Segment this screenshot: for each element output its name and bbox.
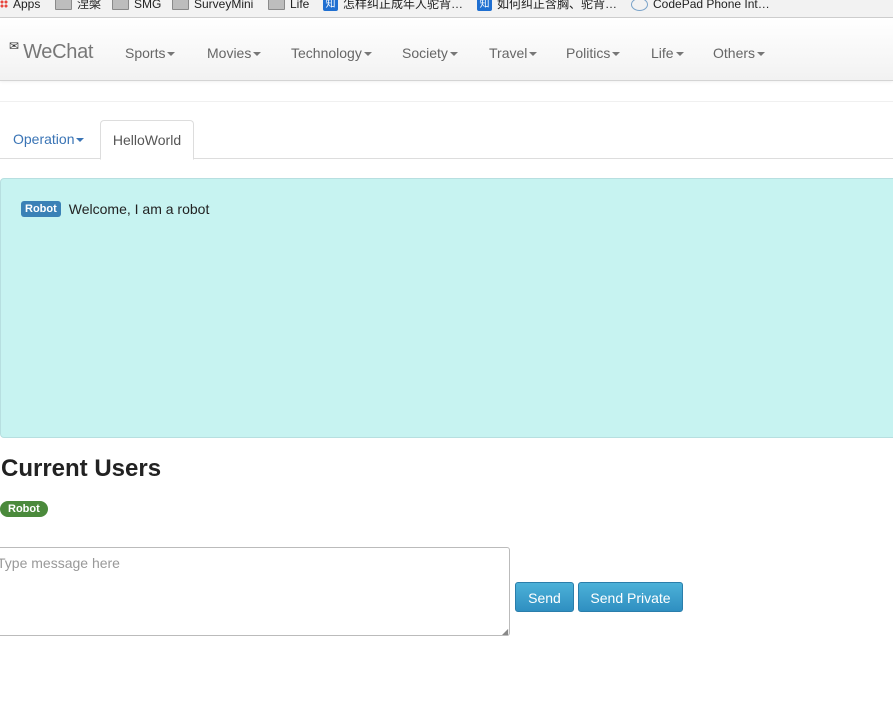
message-text: Welcome, I am a robot — [68, 201, 210, 217]
bookmarks-bar: Apps 涅槃 SMG SurveyMini Life 知 怎样纠正成年人驼背…… — [0, 0, 893, 18]
caret-down-icon — [529, 51, 538, 56]
resize-grip-icon[interactable]: ◢ — [502, 628, 508, 636]
folder-icon — [55, 0, 72, 10]
caret-down-icon — [363, 51, 372, 56]
bookmark-folder[interactable]: SMG — [112, 0, 161, 12]
nav-dropdown-movies[interactable]: Movies — [207, 45, 262, 61]
nav-dropdown-life[interactable]: Life — [651, 45, 684, 61]
nav-label: Politics — [566, 45, 611, 61]
bookmark-folder[interactable]: SurveyMini — [172, 0, 253, 12]
tab-label: Operation — [13, 131, 75, 147]
nav-label: Others — [713, 45, 756, 61]
tab-operation-dropdown[interactable]: Operation — [13, 131, 85, 147]
caret-down-icon — [167, 51, 176, 56]
caret-down-icon — [253, 51, 262, 56]
bookmark-apps[interactable]: Apps — [0, 0, 40, 12]
caret-down-icon — [757, 51, 766, 56]
bookmark-link[interactable]: CodePad Phone Int… — [631, 0, 770, 12]
chat-message: Robot Welcome, I am a robot — [21, 201, 209, 217]
caret-down-icon — [612, 51, 621, 56]
bookmark-label: SurveyMini — [194, 0, 254, 11]
bookmark-link[interactable]: 知 怎样纠正成年人驼背… — [323, 0, 463, 12]
folder-icon — [172, 0, 189, 10]
nav-dropdown-sports[interactable]: Sports — [125, 45, 176, 61]
codepad-icon — [631, 0, 648, 11]
message-input[interactable] — [0, 547, 510, 636]
nav-dropdown-politics[interactable]: Politics — [566, 45, 621, 61]
bookmark-label: Life — [290, 0, 310, 11]
nav-dropdown-travel[interactable]: Travel — [489, 45, 538, 61]
nav-dropdown-technology[interactable]: Technology — [291, 45, 372, 61]
bookmark-link[interactable]: 知 如何纠正含胸、驼背… — [477, 0, 617, 12]
chat-messages-panel[interactable]: Robot Welcome, I am a robot — [0, 178, 893, 438]
divider — [0, 101, 893, 102]
nav-dropdown-society[interactable]: Society — [402, 45, 458, 61]
caret-down-icon — [76, 137, 85, 142]
bookmark-label: 怎样纠正成年人驼背… — [343, 0, 464, 11]
nav-dropdown-others[interactable]: Others — [713, 45, 766, 61]
tab-helloworld[interactable]: HelloWorld — [100, 120, 194, 160]
bookmark-folder[interactable]: 涅槃 — [55, 0, 101, 12]
bookmark-folder[interactable]: Life — [268, 0, 309, 12]
apps-grid-icon — [0, 0, 8, 8]
envelope-icon: ✉ — [9, 39, 20, 53]
bookmark-label: Apps — [13, 0, 41, 11]
bookmark-label: 如何纠正含胸、驼背… — [497, 0, 618, 11]
caret-down-icon — [449, 51, 458, 56]
folder-icon — [112, 0, 129, 10]
bookmark-label: SMG — [134, 0, 162, 11]
folder-icon — [268, 0, 285, 10]
room-tabs: Operation HelloWorld — [0, 120, 893, 160]
brand[interactable]: ✉ WeChat — [9, 39, 94, 64]
zhihu-icon: 知 — [477, 0, 492, 11]
current-users-heading: Current Users — [1, 455, 162, 482]
caret-down-icon — [675, 51, 684, 56]
send-private-button[interactable]: Send Private — [578, 582, 683, 612]
brand-name: WeChat — [23, 41, 94, 63]
nav-label: Society — [402, 45, 448, 61]
navbar: ✉ WeChat Sports Movies Technology Societ… — [0, 18, 893, 81]
zhihu-icon: 知 — [323, 0, 338, 11]
nav-label: Life — [651, 45, 674, 61]
nav-label: Technology — [291, 45, 362, 61]
nav-label: Sports — [125, 45, 166, 61]
bookmark-label: 涅槃 — [77, 0, 102, 11]
nav-label: Movies — [207, 45, 252, 61]
bookmark-label: CodePad Phone Int… — [653, 0, 770, 11]
user-badge[interactable]: Robot — [0, 501, 48, 517]
sender-label: Robot — [21, 201, 61, 217]
send-button[interactable]: Send — [515, 582, 574, 612]
nav-label: Travel — [489, 45, 528, 61]
